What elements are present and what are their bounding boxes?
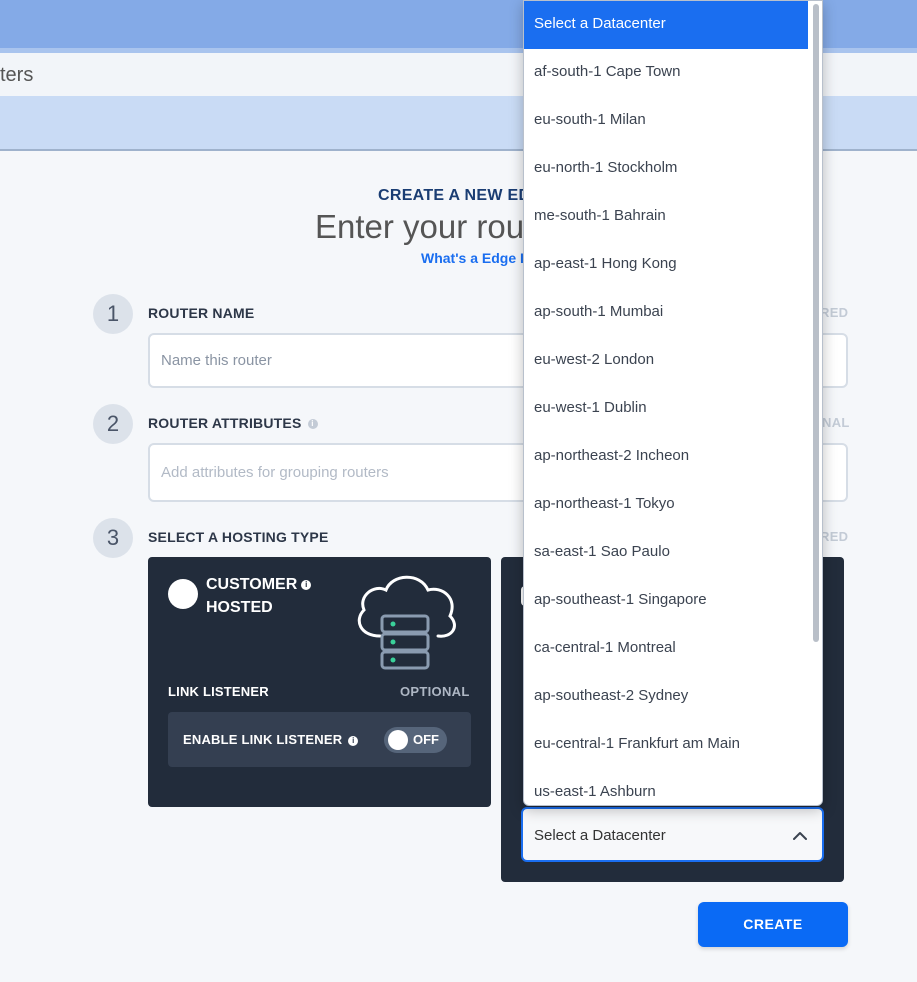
link-listener-toggle[interactable]: OFF [384, 727, 447, 753]
step-number-2: 2 [93, 404, 133, 444]
datacenter-option[interactable]: eu-north-1 Stockholm [524, 145, 810, 193]
enable-link-listener-text: ENABLE LINK LISTENER [183, 732, 343, 747]
datacenter-options-list: Select a Datacenter af-south-1 Cape Town e… [524, 1, 822, 805]
datacenter-dropdown: Select a Datacenter af-south-1 Cape Town e… [523, 0, 823, 806]
info-icon[interactable]: i [307, 419, 318, 430]
link-listener-label: LINK LISTENER [168, 684, 269, 699]
page-title: Enter your rou [315, 208, 525, 245]
datacenter-option[interactable]: eu-central-1 Frankfurt am Main [524, 721, 810, 769]
datacenter-option[interactable]: ap-southeast-1 Singapore [524, 577, 810, 625]
link-listener-optional-tag: OPTIONAL [400, 684, 470, 699]
dropdown-scrollbar-thumb[interactable] [813, 4, 819, 642]
router-attributes-label-text: ROUTER ATTRIBUTES [148, 415, 302, 431]
toggle-state-text: OFF [413, 732, 439, 747]
help-link[interactable]: What's a Edge I [421, 250, 524, 266]
info-icon[interactable]: i [301, 579, 312, 590]
router-name-required-tag: RED [820, 305, 849, 320]
dropdown-scrollbar[interactable] [808, 1, 822, 805]
datacenter-option[interactable]: me-south-1 Bahrain [524, 193, 810, 241]
datacenter-option[interactable]: eu-south-1 Milan [524, 97, 810, 145]
step-number-1: 1 [93, 294, 133, 334]
chevron-up-icon [793, 832, 807, 840]
datacenter-option[interactable]: sa-east-1 Sao Paulo [524, 529, 810, 577]
page-overline: CREATE A NEW ED [378, 187, 531, 204]
enable-link-listener-label: ENABLE LINK LISTENER i [183, 732, 359, 747]
customer-hosted-title: CUSTOMER i HOSTED [206, 573, 312, 619]
customer-hosted-title-line2: HOSTED [206, 599, 273, 616]
info-icon[interactable]: i [348, 735, 359, 746]
hosting-type-required-tag: RED [820, 529, 849, 544]
router-attributes-label: ROUTER ATTRIBUTES i [148, 415, 318, 431]
datacenter-option[interactable]: ap-south-1 Mumbai [524, 289, 810, 337]
enable-link-listener-row: ENABLE LINK LISTENER i OFF [168, 712, 471, 767]
datacenter-option[interactable]: ap-northeast-2 Incheon [524, 433, 810, 481]
datacenter-option[interactable]: us-east-1 Ashburn [524, 769, 810, 805]
toggle-knob [388, 730, 408, 750]
datacenter-option[interactable]: Select a Datacenter [524, 1, 810, 49]
datacenter-option[interactable]: af-south-1 Cape Town [524, 49, 810, 97]
datacenter-option[interactable]: eu-west-2 London [524, 337, 810, 385]
datacenter-option[interactable]: ap-northeast-1 Tokyo [524, 481, 810, 529]
datacenter-option[interactable]: ca-central-1 Montreal [524, 625, 810, 673]
router-name-label: ROUTER NAME [148, 305, 255, 321]
customer-hosted-title-line1: CUSTOMER [206, 576, 298, 593]
datacenter-select-value: Select a Datacenter [534, 827, 666, 844]
datacenter-option[interactable]: ap-southeast-2 Sydney [524, 673, 810, 721]
router-attributes-optional-tag: NAL [822, 415, 850, 430]
hosting-type-label: SELECT A HOSTING TYPE [148, 529, 329, 545]
datacenter-select[interactable]: Select a Datacenter [521, 807, 824, 862]
create-button[interactable]: CREATE [698, 902, 848, 947]
cloud-server-icon [357, 575, 456, 670]
datacenter-option[interactable]: eu-west-1 Dublin [524, 385, 810, 433]
breadcrumb[interactable]: ters [0, 64, 33, 87]
datacenter-option[interactable]: ap-east-1 Hong Kong [524, 241, 810, 289]
step-number-3: 3 [93, 518, 133, 558]
customer-hosted-radio[interactable] [168, 579, 198, 609]
